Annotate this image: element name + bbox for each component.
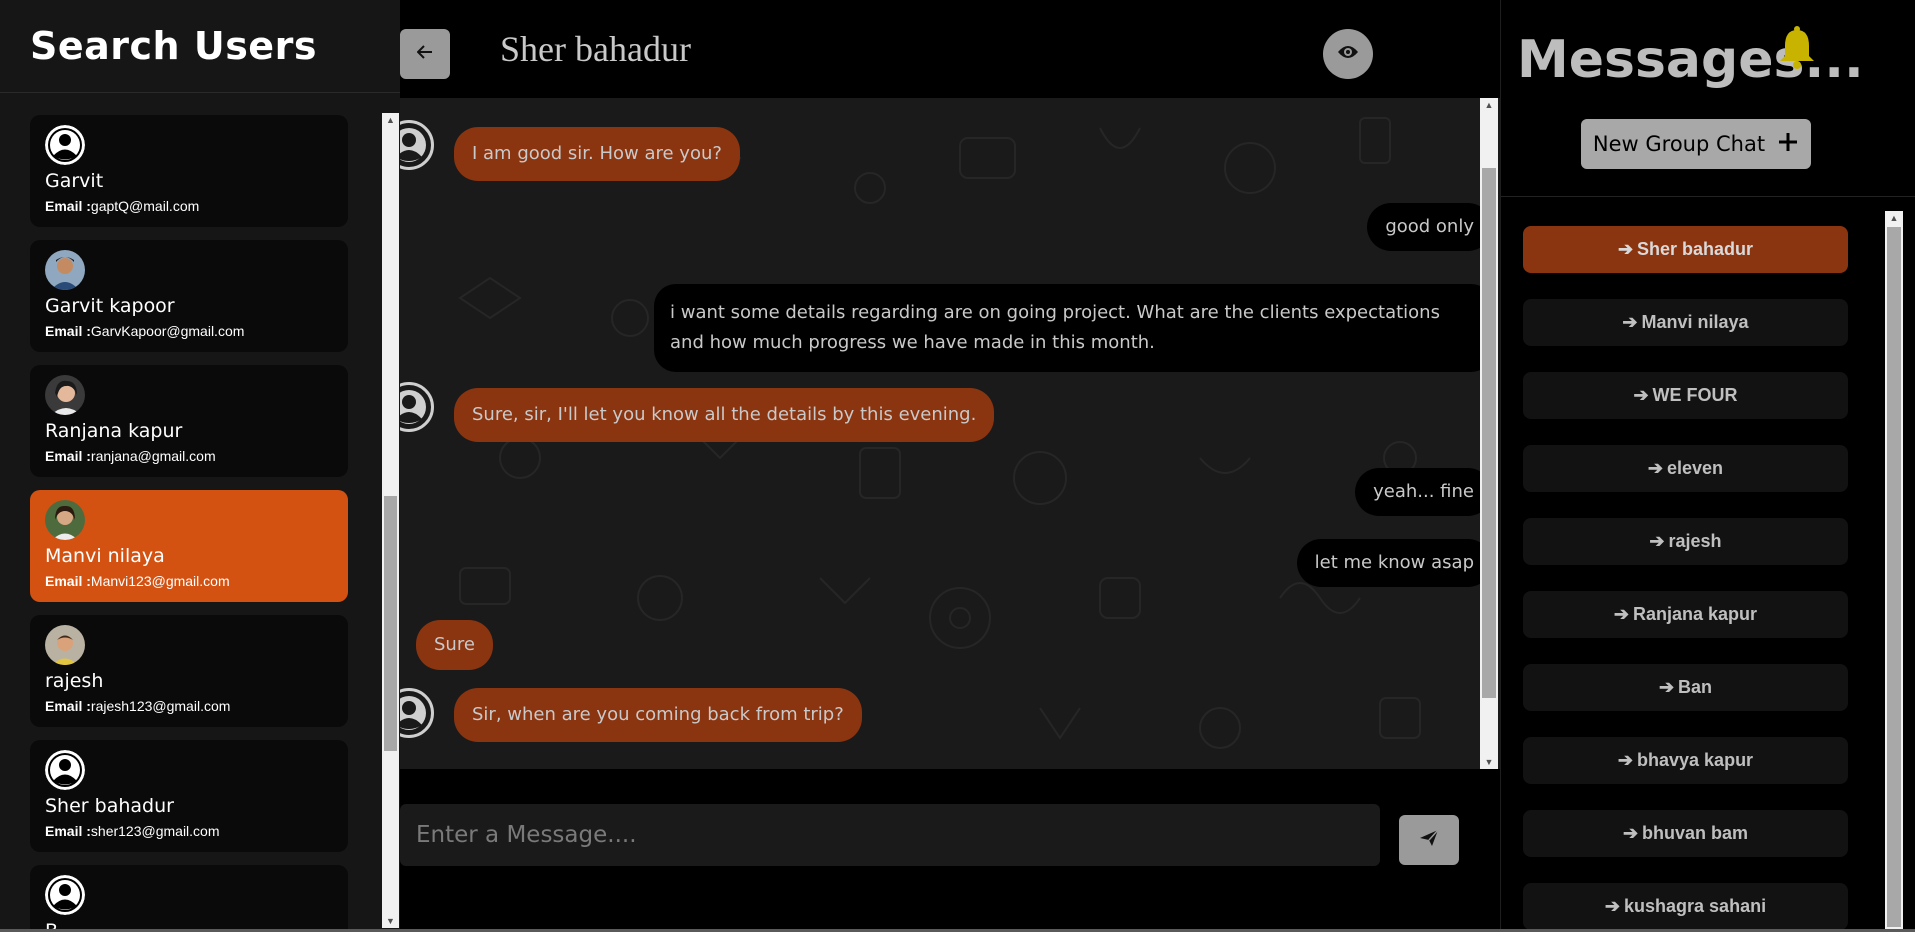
chat-scrollbar[interactable]: ▲ ▼ bbox=[1480, 98, 1498, 769]
search-users-drawer: Search Users Garvit Email :gaptQ@mail.co… bbox=[0, 0, 400, 932]
new-group-chat-button[interactable]: New Group Chat bbox=[1581, 119, 1811, 169]
arrow-right-icon: ➔ bbox=[1604, 896, 1621, 916]
user-card[interactable]: B... bbox=[30, 865, 348, 932]
arrow-right-icon: ➔ bbox=[1617, 239, 1634, 259]
message-bubble-received: Sure, sir, I'll let you know all the det… bbox=[454, 388, 995, 442]
user-email: Email :sher123@gmail.com bbox=[45, 823, 220, 839]
arrow-right-icon: ➔ bbox=[1633, 385, 1649, 405]
chat-item[interactable]: ➔ Ban bbox=[1523, 664, 1848, 711]
chat-item-selected[interactable]: ➔ Sher bahadur bbox=[1523, 226, 1848, 273]
user-name: rajesh bbox=[45, 670, 104, 692]
user-list-scrollbar[interactable]: ▲ ▼ bbox=[382, 113, 399, 928]
scroll-up-arrow-icon[interactable]: ▲ bbox=[1480, 98, 1498, 112]
paper-plane-icon bbox=[1419, 828, 1439, 852]
message-bubble-sent: let me know asap bbox=[1296, 539, 1492, 587]
arrow-right-icon: ➔ bbox=[1647, 458, 1664, 478]
chat-item[interactable]: ➔ WE FOUR bbox=[1523, 372, 1848, 419]
arrow-right-icon: ➔ bbox=[1622, 312, 1638, 332]
message-bubble-sent: i want some details regarding are on goi… bbox=[654, 284, 1493, 372]
user-name: Sher bahadur bbox=[45, 795, 174, 817]
user-photo-avatar bbox=[45, 500, 85, 540]
scroll-up-arrow-icon[interactable]: ▲ bbox=[1885, 211, 1903, 225]
scroll-up-arrow-icon[interactable]: ▲ bbox=[382, 113, 399, 127]
chat-item[interactable]: ➔ Ranjana kapur bbox=[1523, 591, 1848, 638]
user-list: Garvit Email :gaptQ@mail.com Garvit kapo… bbox=[0, 94, 400, 932]
chat-item[interactable]: ➔ kushagra sahani bbox=[1523, 883, 1848, 930]
user-name: Ranjana kapur bbox=[45, 420, 183, 442]
message-composer bbox=[400, 769, 1500, 932]
message-bubble-received: Sir, when are you coming back from trip? bbox=[454, 688, 862, 742]
chat-header: Sher bahadur bbox=[400, 0, 1500, 98]
user-card[interactable]: Garvit Email :gaptQ@mail.com bbox=[30, 115, 348, 227]
message-bubble-received: I am good sir. How are you? bbox=[454, 127, 740, 181]
message-bubble-sent: good only bbox=[1367, 203, 1492, 251]
chat-list-scrollbar[interactable]: ▲ bbox=[1885, 211, 1903, 929]
default-avatar-icon bbox=[45, 125, 85, 165]
arrow-right-icon: ➔ bbox=[1617, 750, 1634, 770]
chat-item[interactable]: ➔ eleven bbox=[1523, 445, 1848, 492]
arrow-right-icon: ➔ bbox=[1658, 677, 1675, 697]
new-group-label: New Group Chat bbox=[1592, 132, 1766, 156]
user-card[interactable]: Garvit kapoor Email :GarvKapoor@gmail.co… bbox=[30, 240, 348, 352]
user-card[interactable]: Sher bahadur Email :sher123@gmail.com bbox=[30, 740, 348, 852]
scroll-down-arrow-icon[interactable]: ▼ bbox=[1480, 755, 1498, 769]
drawer-header: Search Users bbox=[0, 0, 400, 93]
message-input[interactable] bbox=[400, 804, 1380, 866]
user-email: Email :GarvKapoor@gmail.com bbox=[45, 323, 245, 339]
arrow-right-icon: ➔ bbox=[1649, 531, 1665, 551]
drawer-title: Search Users bbox=[30, 24, 317, 68]
user-email: Email :gaptQ@mail.com bbox=[45, 198, 200, 214]
view-profile-button[interactable] bbox=[1323, 29, 1373, 79]
user-name: Garvit bbox=[45, 170, 104, 192]
user-card[interactable]: rajesh Email :rajesh123@gmail.com bbox=[30, 615, 348, 727]
default-avatar-icon bbox=[45, 750, 85, 790]
eye-icon bbox=[1337, 44, 1359, 65]
bell-icon[interactable] bbox=[1778, 26, 1816, 75]
user-name: Manvi nilaya bbox=[45, 545, 165, 567]
user-card-selected[interactable]: Manvi nilaya Email :Manvi123@gmail.com bbox=[30, 490, 348, 602]
message-bubble-received: Sure bbox=[416, 620, 493, 670]
user-email: Email :ranjana@gmail.com bbox=[45, 448, 216, 464]
chat-item[interactable]: ➔ Manvi nilaya bbox=[1523, 299, 1848, 346]
scrollbar-thumb[interactable] bbox=[384, 496, 397, 751]
send-button[interactable] bbox=[1399, 815, 1459, 865]
chat-title: Sher bahadur bbox=[500, 29, 691, 69]
back-button[interactable] bbox=[400, 29, 450, 79]
scroll-down-arrow-icon[interactable]: ▼ bbox=[382, 914, 399, 928]
scrollbar-thumb[interactable] bbox=[1482, 168, 1496, 698]
messages-panel: Messages... New Group Chat ➔ Sher bahadur… bbox=[1500, 0, 1915, 932]
chat-list: ➔ Sher bahadur ➔ Manvi nilaya ➔ WE FOUR ➔ el… bbox=[1501, 210, 1915, 932]
chat-item[interactable]: ➔ bhavya kapur bbox=[1523, 737, 1848, 784]
chat-messages-area[interactable]: I am good sir. How are you? good only i … bbox=[400, 98, 1500, 769]
scrollbar-thumb[interactable] bbox=[1887, 227, 1901, 927]
user-card[interactable]: Ranjana kapur Email :ranjana@gmail.com bbox=[30, 365, 348, 477]
arrow-left-icon bbox=[416, 44, 433, 64]
plus-icon bbox=[1777, 131, 1799, 158]
chat-item[interactable]: ➔ rajesh bbox=[1523, 518, 1848, 565]
user-photo-avatar bbox=[45, 375, 85, 415]
default-avatar-icon bbox=[45, 875, 85, 915]
arrow-right-icon: ➔ bbox=[1613, 604, 1630, 624]
arrow-right-icon: ➔ bbox=[1622, 823, 1639, 843]
chat-item[interactable]: ➔ bhuvan bam bbox=[1523, 810, 1848, 857]
user-name: Garvit kapoor bbox=[45, 295, 175, 317]
divider bbox=[1501, 196, 1915, 197]
message-bubble-sent: yeah... fine bbox=[1355, 468, 1492, 516]
user-photo-avatar bbox=[45, 625, 85, 665]
user-photo-avatar bbox=[45, 250, 85, 290]
user-email: Email :Manvi123@gmail.com bbox=[45, 573, 230, 589]
user-email: Email :rajesh123@gmail.com bbox=[45, 698, 231, 714]
